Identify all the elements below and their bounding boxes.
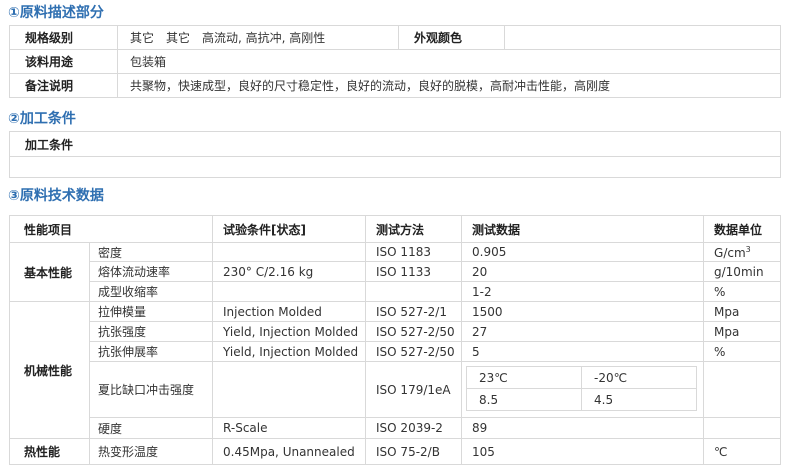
remarks-value: 共聚物，快速成型，良好的尺寸稳定性，良好的流动，良好的脱模，高耐冲击性能，高刚度 bbox=[117, 73, 781, 98]
data-charpy-impact: 23℃ -20℃ 8.5 4.5 bbox=[461, 361, 705, 418]
table-header-row: 性能项目 试验条件[状态] 测试方法 测试数据 数据单位 bbox=[8, 215, 781, 243]
processing-table: 加工条件 bbox=[9, 131, 781, 178]
remarks-label: 备注说明 bbox=[9, 73, 118, 98]
data-melt-flow-rate: 20 bbox=[461, 261, 705, 282]
appearance-color-value bbox=[504, 25, 781, 50]
data-tensile-elongation: 5 bbox=[461, 341, 705, 362]
condition-tensile-strength: Yield, Injection Molded bbox=[212, 321, 367, 342]
item-heat-deflection: 热变形温度 bbox=[88, 438, 214, 465]
method-heat-deflection: ISO 75-2/B bbox=[365, 438, 463, 465]
unit-charpy-impact bbox=[703, 361, 781, 418]
method-tensile-elongation: ISO 527-2/50 bbox=[365, 341, 463, 362]
table-row: 8.5 4.5 bbox=[466, 388, 698, 411]
table-row bbox=[9, 156, 781, 178]
charpy-subtable: 23℃ -20℃ 8.5 4.5 bbox=[466, 366, 698, 411]
unit-mold-shrinkage: % bbox=[703, 281, 781, 302]
charpy-temp-1: 23℃ bbox=[466, 366, 583, 389]
header-data: 测试数据 bbox=[461, 215, 705, 243]
processing-conditions-label: 加工条件 bbox=[9, 131, 781, 157]
header-method: 测试方法 bbox=[365, 215, 463, 243]
data-heat-deflection: 105 bbox=[461, 438, 705, 465]
spec-level-label: 规格级别 bbox=[9, 25, 118, 50]
charpy-temp-2: -20℃ bbox=[581, 366, 698, 389]
table-row: 机械性能 拉伸模量 Injection Molded ISO 527-2/1 1… bbox=[9, 301, 781, 439]
header-unit: 数据单位 bbox=[703, 215, 781, 243]
usage-label: 该料用途 bbox=[9, 49, 118, 74]
table-row: 该料用途 包装箱 bbox=[9, 49, 781, 74]
item-tensile-modulus: 拉伸模量 bbox=[88, 301, 214, 322]
item-melt-flow-rate: 熔体流动速率 bbox=[88, 261, 214, 282]
table-row: 成型收缩率 1-2 % bbox=[10, 281, 781, 302]
item-charpy-impact: 夏比缺口冲击强度 bbox=[88, 361, 214, 418]
description-table: 规格级别 其它 其它 高流动, 高抗冲, 高刚性 外观颜色 该料用途 包装箱 备… bbox=[9, 25, 781, 98]
unit-density-superscript: 3 bbox=[745, 244, 751, 254]
section-title-description: ①原料描述部分 bbox=[8, 5, 104, 21]
method-density: ISO 1183 bbox=[365, 242, 463, 262]
method-charpy-impact: ISO 179/1eA bbox=[365, 361, 463, 418]
table-row: 加工条件 bbox=[9, 131, 781, 157]
charpy-value-1: 8.5 bbox=[466, 388, 583, 411]
header-condition: 试验条件[状态] bbox=[212, 215, 367, 243]
table-row: 备注说明 共聚物，快速成型，良好的尺寸稳定性，良好的流动，良好的脱模，高耐冲击性… bbox=[9, 73, 781, 98]
unit-tensile-elongation: % bbox=[703, 341, 781, 362]
method-hardness: ISO 2039-2 bbox=[365, 417, 463, 439]
table-row: 抗张强度 Yield, Injection Molded ISO 527-2/5… bbox=[10, 321, 781, 342]
method-melt-flow-rate: ISO 1133 bbox=[365, 261, 463, 282]
charpy-value-2: 4.5 bbox=[581, 388, 698, 411]
table-row: 23℃ -20℃ bbox=[466, 366, 698, 389]
condition-heat-deflection: 0.45Mpa, Unannealed bbox=[212, 438, 367, 465]
table-row: 夏比缺口冲击强度 ISO 179/1eA 23℃ -20℃ 8.5 4.5 bbox=[10, 361, 781, 418]
appearance-color-label: 外观颜色 bbox=[398, 25, 505, 50]
unit-density-text: G/cm bbox=[714, 245, 746, 260]
data-density: 0.905 bbox=[461, 242, 705, 262]
group-thermal-properties: 热性能 bbox=[9, 438, 90, 465]
usage-value: 包装箱 bbox=[117, 49, 781, 74]
processing-conditions-value bbox=[9, 156, 781, 178]
data-hardness: 89 bbox=[461, 417, 705, 439]
condition-charpy-impact bbox=[212, 361, 367, 418]
technical-data-table: 性能项目 试验条件[状态] 测试方法 测试数据 数据单位 基本性能 密度 ISO… bbox=[8, 215, 781, 465]
table-row: 规格级别 其它 其它 高流动, 高抗冲, 高刚性 外观颜色 bbox=[9, 25, 781, 50]
condition-mold-shrinkage bbox=[212, 281, 367, 302]
method-tensile-strength: ISO 527-2/50 bbox=[365, 321, 463, 342]
unit-melt-flow-rate: g/10min bbox=[703, 261, 781, 282]
condition-melt-flow-rate: 230° C/2.16 kg bbox=[212, 261, 367, 282]
table-row: 硬度 R-Scale ISO 2039-2 89 bbox=[10, 417, 781, 439]
data-tensile-modulus: 1500 bbox=[461, 301, 705, 322]
item-hardness: 硬度 bbox=[88, 417, 214, 439]
condition-tensile-modulus: Injection Molded bbox=[212, 301, 367, 322]
item-tensile-strength: 抗张强度 bbox=[88, 321, 214, 342]
method-tensile-modulus: ISO 527-2/1 bbox=[365, 301, 463, 322]
item-density: 密度 bbox=[88, 242, 214, 262]
section-title-technical-data: ③原料技术数据 bbox=[8, 188, 104, 204]
unit-tensile-modulus: Mpa bbox=[703, 301, 781, 322]
section-title-processing: ②加工条件 bbox=[8, 111, 76, 127]
data-mold-shrinkage: 1-2 bbox=[461, 281, 705, 302]
table-row: 热性能 热变形温度 0.45Mpa, Unannealed ISO 75-2/B… bbox=[9, 438, 781, 465]
header-property: 性能项目 bbox=[8, 215, 214, 243]
condition-hardness: R-Scale bbox=[212, 417, 367, 439]
group-mechanical-properties: 机械性能 bbox=[9, 301, 90, 439]
condition-tensile-elongation: Yield, Injection Molded bbox=[212, 341, 367, 362]
unit-hardness bbox=[703, 417, 781, 439]
table-row: 基本性能 密度 ISO 1183 0.905 G/cm3 bbox=[9, 242, 781, 302]
unit-heat-deflection: ℃ bbox=[703, 438, 781, 465]
group-basic-properties: 基本性能 bbox=[9, 242, 90, 302]
table-row: 抗张伸展率 Yield, Injection Molded ISO 527-2/… bbox=[10, 341, 781, 362]
data-tensile-strength: 27 bbox=[461, 321, 705, 342]
item-tensile-elongation: 抗张伸展率 bbox=[88, 341, 214, 362]
item-mold-shrinkage: 成型收缩率 bbox=[88, 281, 214, 302]
unit-tensile-strength: Mpa bbox=[703, 321, 781, 342]
method-mold-shrinkage bbox=[365, 281, 463, 302]
unit-density: G/cm3 bbox=[703, 242, 781, 262]
condition-density bbox=[212, 242, 367, 262]
spec-level-value: 其它 其它 高流动, 高抗冲, 高刚性 bbox=[117, 25, 399, 50]
table-row: 熔体流动速率 230° C/2.16 kg ISO 1133 20 g/10mi… bbox=[10, 261, 781, 282]
